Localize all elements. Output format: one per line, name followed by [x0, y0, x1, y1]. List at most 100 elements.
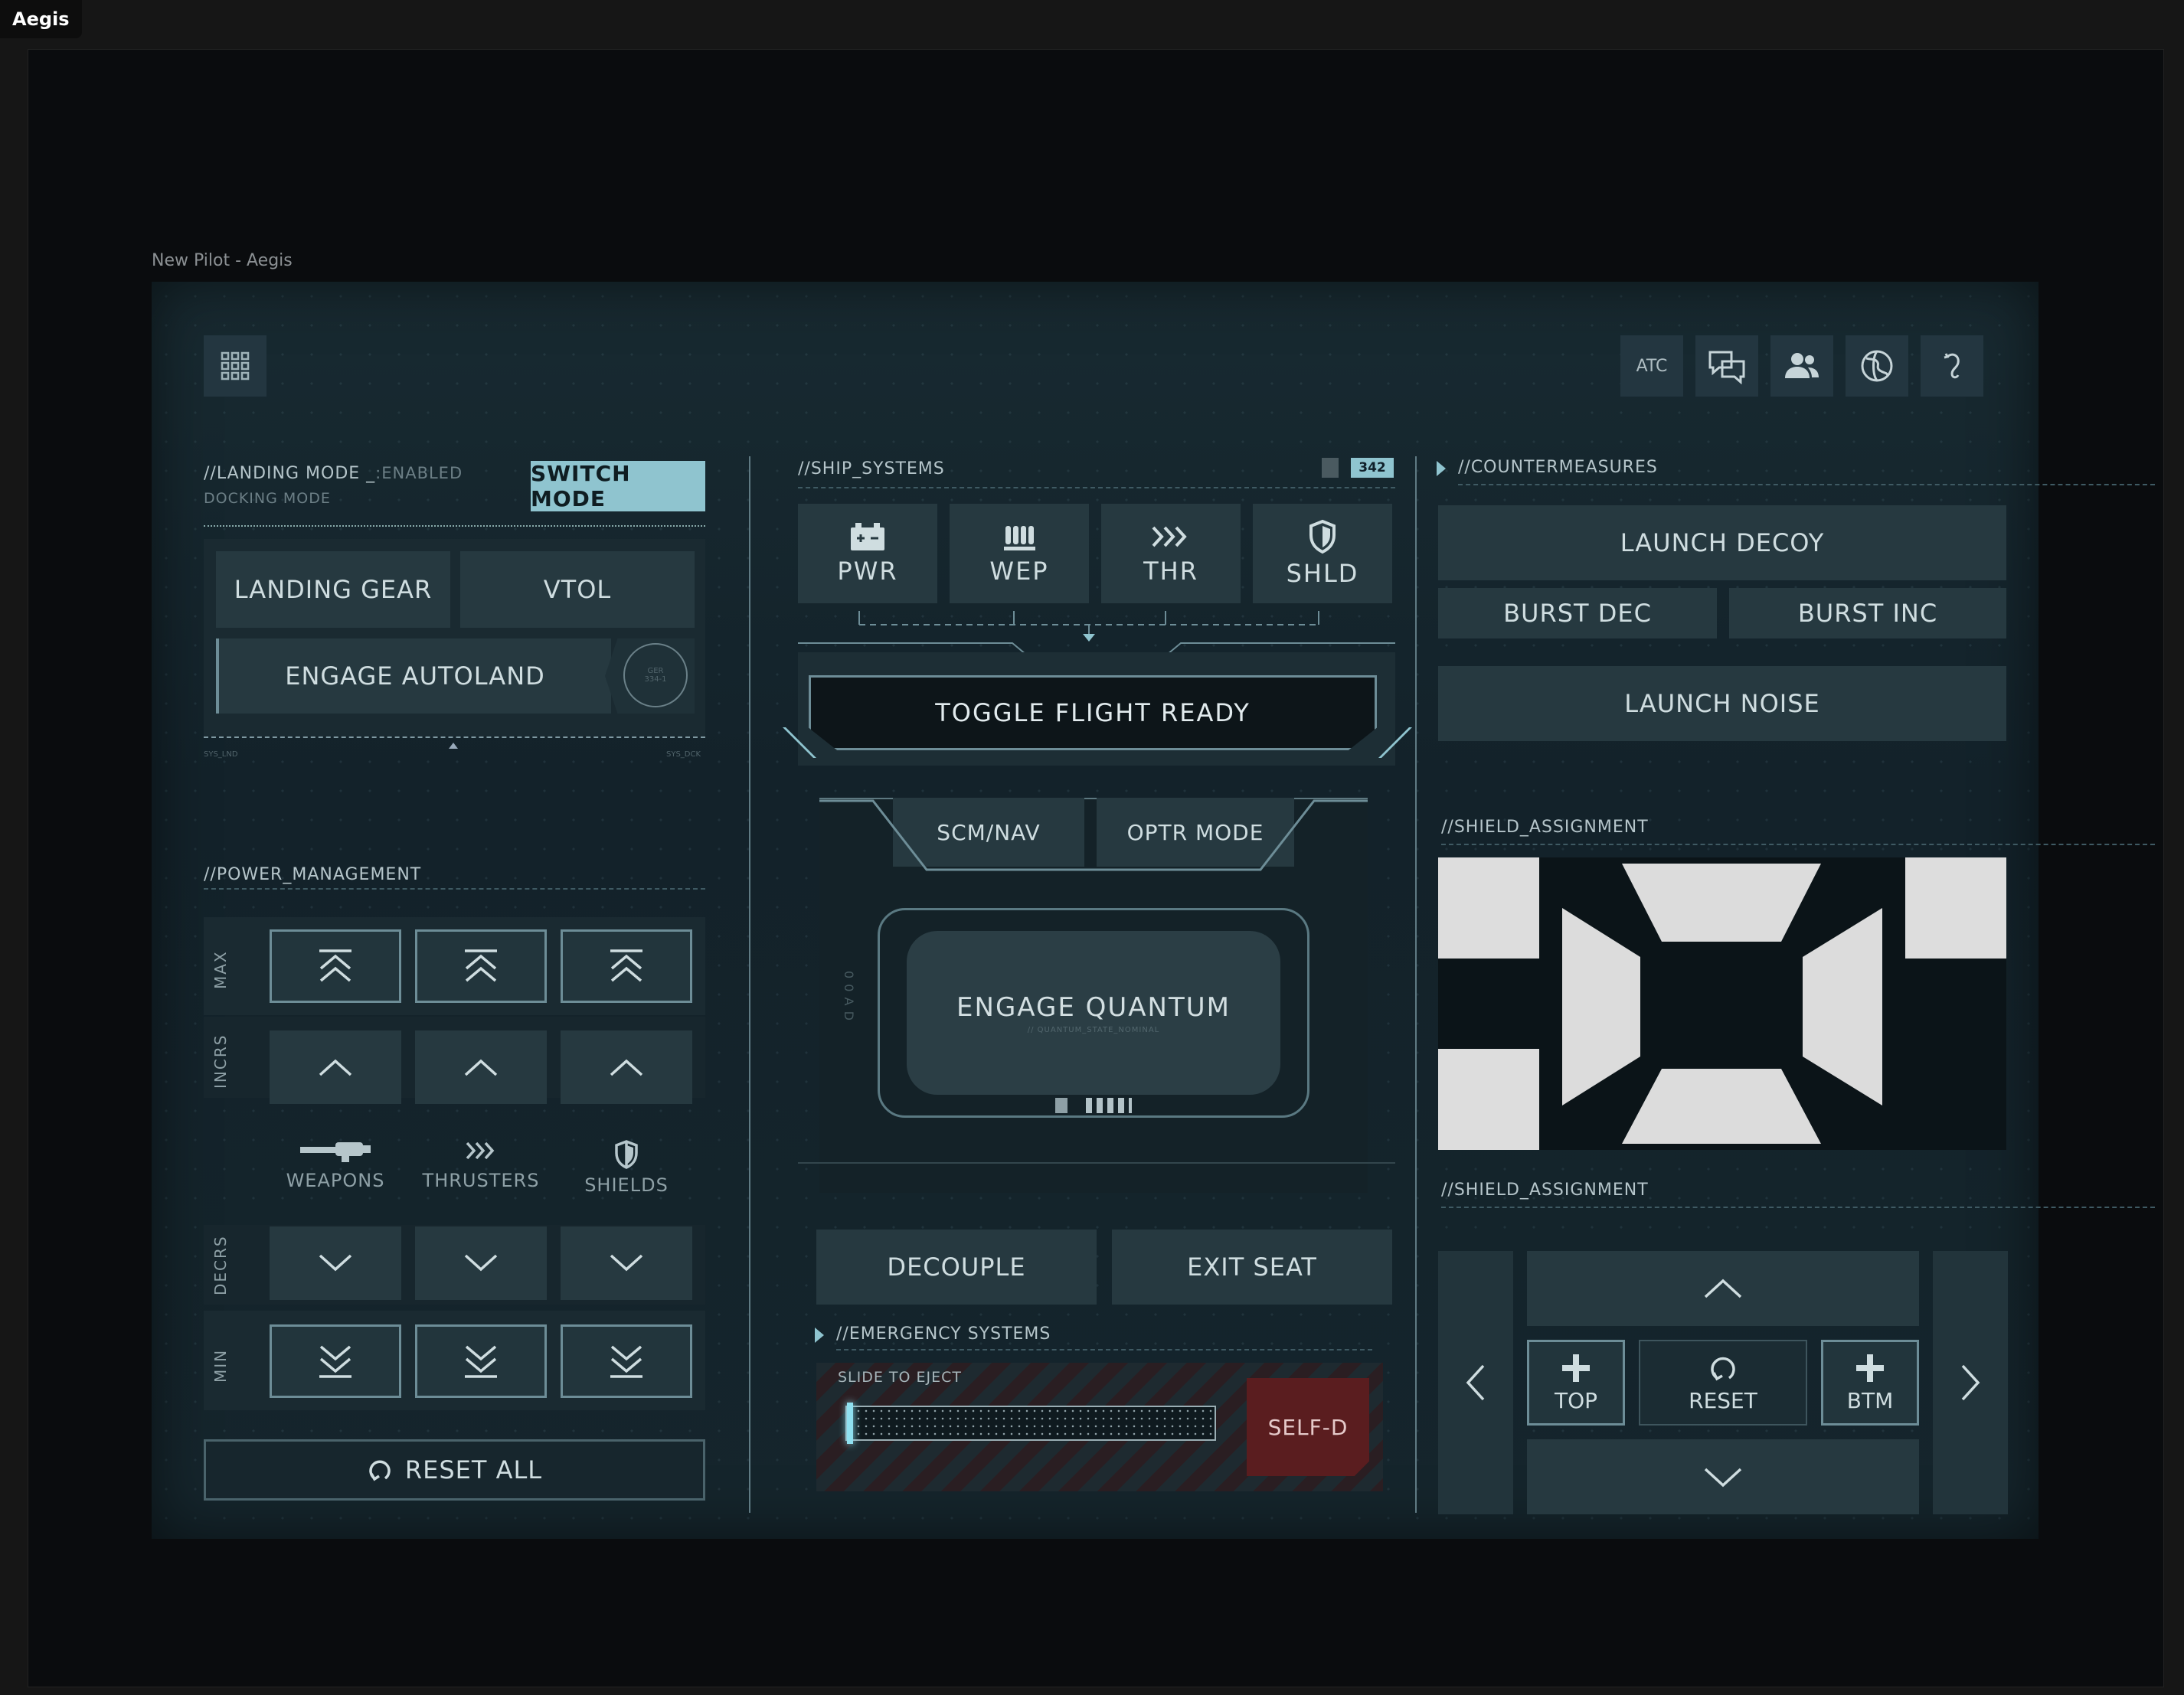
top-label: TOP: [1554, 1387, 1598, 1413]
caret-up-icon: [449, 743, 458, 749]
battery-icon: [851, 523, 884, 550]
autoland-dial: GER 334-1: [623, 643, 688, 707]
reset-icon: [369, 1460, 391, 1481]
engage-quantum-button[interactable]: ENGAGE QUANTUM // QUANTUM_STATE_NOMINAL: [907, 931, 1280, 1095]
reset-label: RESET: [1689, 1387, 1757, 1413]
switch-mode-button[interactable]: SWITCH MODE: [531, 461, 705, 511]
power-system-button[interactable]: PWR: [798, 504, 937, 603]
shield-icon: [615, 1140, 638, 1169]
divider: [1458, 484, 2155, 485]
thrusters-decrease-button[interactable]: [415, 1226, 547, 1300]
globe-button[interactable]: [1846, 335, 1908, 397]
emergency-systems-header: //EMERGENCY SYSTEMS: [836, 1324, 1051, 1344]
divider: [1441, 1207, 2155, 1208]
double-chevron-down-bar-icon: [319, 1345, 351, 1378]
collapse-arrow-icon[interactable]: [1437, 461, 1446, 476]
weapon-gun-icon: [300, 1142, 371, 1162]
incrs-label: INCRS: [211, 1034, 230, 1089]
thrusters-system-button[interactable]: THR: [1101, 504, 1241, 603]
vtol-button[interactable]: VTOL: [460, 551, 695, 628]
quantum-status-code: // QUANTUM_STATE_NOMINAL: [1027, 1025, 1160, 1034]
shields-min-button[interactable]: [561, 1324, 692, 1398]
shields-decrease-button[interactable]: [561, 1226, 692, 1300]
weapons-system-button[interactable]: WEP: [950, 504, 1089, 603]
divider: [204, 525, 705, 527]
crew-button[interactable]: [1770, 335, 1833, 397]
shield-reset-button[interactable]: RESET: [1639, 1340, 1807, 1426]
shield-face-left[interactable]: [1562, 908, 1640, 1106]
chat-button[interactable]: [1695, 335, 1758, 397]
decouple-button[interactable]: DECOUPLE: [816, 1230, 1097, 1305]
quantum-charge-bars: [1086, 1098, 1132, 1113]
chevron-right-icon: [1961, 1364, 1980, 1401]
shield-icon: [1309, 519, 1336, 554]
docking-mode-label: DOCKING MODE: [204, 490, 331, 507]
shields-label: SHIELDS: [584, 1174, 669, 1196]
landing-gear-button[interactable]: LANDING GEAR: [216, 551, 450, 628]
grid-menu-button[interactable]: [204, 335, 266, 397]
shield-faces[interactable]: [1438, 857, 2006, 1150]
toggle-flight-ready-button[interactable]: TOGGLE FLIGHT READY: [809, 675, 1377, 750]
chevron-down-icon: [1704, 1468, 1742, 1488]
weapons-min-button[interactable]: [270, 1324, 401, 1398]
people-icon: [1785, 353, 1819, 378]
shields-system-button[interactable]: SHLD: [1253, 504, 1392, 603]
shield-btm-button[interactable]: BTM: [1821, 1340, 1919, 1426]
double-chevron-down-bar-icon: [465, 1345, 497, 1378]
eject-slider-track[interactable]: [845, 1406, 1216, 1441]
status-square: [1322, 458, 1339, 478]
shield-right-button[interactable]: [1933, 1251, 2008, 1514]
quantum-side-text: 0 0 A D: [842, 971, 856, 1021]
shields-increase-button[interactable]: [561, 1030, 692, 1104]
shield-face-back[interactable]: [1622, 1069, 1821, 1144]
shield-down-button[interactable]: [1527, 1439, 1919, 1514]
engage-autoland-button[interactable]: ENGAGE AUTOLAND: [216, 638, 611, 714]
shield-face-front[interactable]: [1622, 864, 1821, 942]
eject-slider-handle[interactable]: [847, 1403, 853, 1444]
burst-inc-button[interactable]: BURST INC: [1729, 588, 2006, 638]
quantum-indicator: [1055, 1098, 1067, 1113]
double-chevron-up-bar-icon: [610, 949, 642, 982]
shield-left-button[interactable]: [1438, 1251, 1513, 1514]
btm-label: BTM: [1846, 1387, 1894, 1413]
weapons-increase-button[interactable]: [270, 1030, 401, 1104]
thrusters-min-button[interactable]: [415, 1324, 547, 1398]
divider: [798, 1162, 1395, 1164]
shield-up-button[interactable]: [1527, 1251, 1919, 1326]
chat-icon: [1708, 351, 1745, 384]
mode-bracket: [819, 799, 1368, 871]
burst-dec-button[interactable]: BURST DEC: [1438, 588, 1717, 638]
ship-systems-header: //SHIP_SYSTEMS: [798, 459, 945, 478]
engage-quantum-label: ENGAGE QUANTUM: [956, 991, 1231, 1023]
shields-category: SHIELDS: [561, 1139, 692, 1196]
reset-all-label: RESET ALL: [404, 1455, 543, 1484]
plus-icon: [1562, 1354, 1590, 1382]
weapons-max-button[interactable]: [270, 929, 401, 1003]
thrusters-max-button[interactable]: [415, 929, 547, 1003]
divider: [204, 736, 705, 738]
weapons-decrease-button[interactable]: [270, 1226, 401, 1300]
weapons-category: WEAPONS: [270, 1139, 401, 1191]
landing-mode-header: //LANDING MODE _:ENABLED: [204, 464, 463, 483]
shld-label: SHLD: [1286, 559, 1359, 588]
exit-seat-button[interactable]: EXIT SEAT: [1112, 1230, 1392, 1305]
shield-top-button[interactable]: TOP: [1527, 1340, 1625, 1426]
grid-icon: [221, 351, 250, 380]
shield-assignment-header: //SHIELD_ASSIGNMENT: [1441, 818, 1649, 837]
atc-button[interactable]: ATC: [1620, 335, 1683, 397]
chevron-up-icon: [319, 1059, 352, 1076]
launch-noise-button[interactable]: LAUNCH NOISE: [1438, 666, 2006, 741]
shield-diagram: [1438, 857, 2006, 1150]
link-button[interactable]: [1921, 335, 1983, 397]
shields-max-button[interactable]: [561, 929, 692, 1003]
decrs-label: DECRS: [211, 1235, 230, 1295]
max-label: MAX: [211, 950, 230, 989]
launch-decoy-button[interactable]: LAUNCH DECOY: [1438, 505, 2006, 580]
thrusters-increase-button[interactable]: [415, 1030, 547, 1104]
chevron-up-icon: [1704, 1279, 1742, 1298]
collapse-arrow-icon[interactable]: [815, 1328, 824, 1343]
reset-all-button[interactable]: RESET ALL: [204, 1439, 705, 1501]
self-destruct-button[interactable]: SELF-D: [1247, 1378, 1369, 1476]
chevron-down-icon: [319, 1254, 352, 1272]
shield-face-right[interactable]: [1803, 908, 1882, 1106]
